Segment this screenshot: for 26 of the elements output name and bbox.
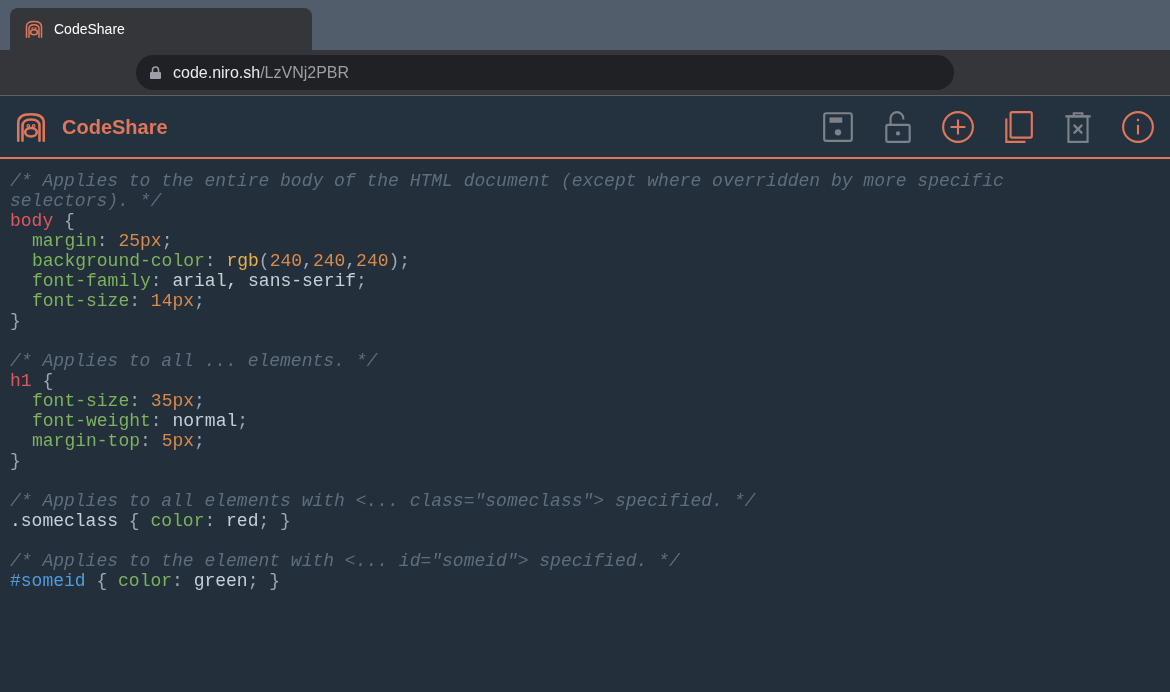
- code-line: font-size: 14px;: [31, 291, 205, 311]
- code-line: #someid { color: green; }: [10, 571, 281, 591]
- code-line: background-color: rgb(240,240,240);: [31, 251, 411, 271]
- browser-tab[interactable]: CodeShare: [10, 8, 312, 50]
- code-line: margin-top: 5px;: [31, 431, 205, 451]
- info-button[interactable]: [1120, 108, 1156, 145]
- code-line: h1 {: [10, 371, 54, 391]
- add-button[interactable]: [940, 108, 976, 145]
- code-comment: /* Applies to all elements with <... class="someclass"> specified. */: [10, 491, 756, 511]
- code-comment: selectors). */: [10, 191, 162, 211]
- logo-icon: [24, 19, 44, 39]
- address-field[interactable]: code.niro.sh/LzVNj2PBR: [136, 55, 954, 90]
- code-line: font-size: 35px;: [31, 391, 205, 411]
- code-line: font-family: arial, sans-serif;: [31, 271, 367, 291]
- code-line: font-weight: normal;: [31, 411, 249, 431]
- code-line: }: [10, 451, 21, 471]
- code-comment: /* Applies to the element with <... id="someid"> specified. */: [10, 551, 680, 571]
- lock-icon: [150, 66, 161, 79]
- url-text: code.niro.sh/LzVNj2PBR: [173, 62, 350, 83]
- code-line: }: [10, 311, 21, 331]
- code-comment: /* Applies to all ... elements. */: [10, 351, 378, 371]
- code-line: margin: 25px;: [31, 231, 173, 251]
- app-title: CodeShare: [62, 114, 168, 140]
- code-line: .someclass { color: red; }: [10, 511, 291, 531]
- code-line: body {: [10, 211, 75, 231]
- code-comment: /* Applies to the entire body of the HTML document (except where overridden by more specific: [10, 171, 1004, 191]
